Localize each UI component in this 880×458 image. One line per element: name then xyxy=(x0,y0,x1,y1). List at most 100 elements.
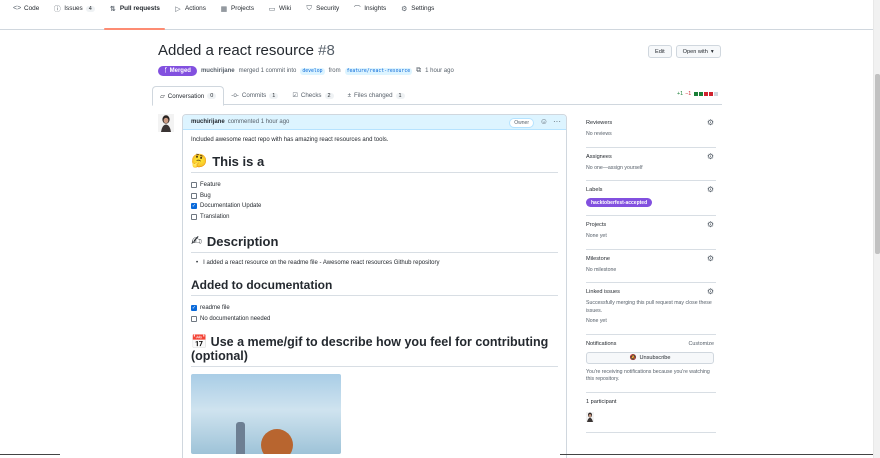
title-actions: Edit Open with ▾ xyxy=(648,45,721,58)
merge-time: 1 hour ago xyxy=(425,68,454,74)
smiley-icon[interactable]: ☺ xyxy=(540,117,548,126)
checks-icon: ☑ xyxy=(292,92,298,99)
comment-author[interactable]: muchirijane xyxy=(191,119,225,125)
projects-title[interactable]: Projects xyxy=(586,222,716,228)
nav-insights[interactable]: ⌒ Insights xyxy=(346,0,393,29)
nav-security-label: Security xyxy=(316,5,340,12)
edit-button-label: Edit xyxy=(655,48,665,55)
unsubscribe-button[interactable]: 🔕 Unsubscribe xyxy=(586,351,714,364)
writing-hand-icon: ✍ xyxy=(191,233,202,248)
gear-icon[interactable]: ⚙ xyxy=(707,287,714,296)
tab-commits[interactable]: -o- Commits 1 xyxy=(224,86,285,105)
nav-settings-label: Settings xyxy=(411,5,435,12)
kebab-horizontal-icon[interactable]: ··· xyxy=(553,117,561,126)
nav-projects[interactable]: ▦ Projects xyxy=(213,0,261,29)
pr-title-text: Added a react resource xyxy=(158,42,314,59)
gear-icon[interactable]: ⚙ xyxy=(707,254,714,263)
task-item: ✓ Documentation Update xyxy=(191,201,558,212)
repo-nav: <> Code ⓘ Issues 4 ⇅ Pull requests ▷ Act… xyxy=(0,0,873,30)
task-label: Documentation Update xyxy=(200,203,262,210)
nav-insights-label: Insights xyxy=(364,5,387,12)
nav-code[interactable]: <> Code xyxy=(6,0,46,29)
owner-badge: Owner xyxy=(509,118,534,128)
nav-settings[interactable]: ⚙ Settings xyxy=(393,0,441,29)
conversation-icon: ▱ xyxy=(160,92,165,100)
projects-icon: ▦ xyxy=(220,5,228,13)
checkbox-checked[interactable]: ✓ xyxy=(191,305,197,312)
head-branch[interactable]: feature/react-resource xyxy=(344,67,413,75)
gear-icon[interactable]: ⚙ xyxy=(707,220,714,229)
doc-task-list: ✓ readme file No documentation needed xyxy=(191,303,558,324)
status-label: Merged xyxy=(169,68,191,74)
comment-meta[interactable]: commented 1 hour ago xyxy=(228,119,290,125)
heading-meme-text: Use a meme/gif to describe how you feel … xyxy=(191,335,549,363)
sidebar-reviewers: Reviewers No reviews ⚙ xyxy=(586,114,716,148)
participant-avatar[interactable] xyxy=(586,411,594,422)
comment-header: muchirijane commented 1 hour ago Owner ☺… xyxy=(183,115,566,130)
checkbox[interactable] xyxy=(191,213,197,220)
linked-issues-title[interactable]: Linked issues xyxy=(586,289,716,295)
page-scrollbar[interactable] xyxy=(873,0,880,458)
customize-link[interactable]: Customize xyxy=(689,341,714,347)
sidebar-labels: Labels hacktoberfest-accepted ⚙ xyxy=(586,181,716,216)
diff-block xyxy=(714,92,719,96)
nav-actions[interactable]: ▷ Actions xyxy=(167,0,213,29)
pr-meta: ᚴ Merged muchirijane merged 1 commit int… xyxy=(158,66,454,76)
tab-conversation-label: Conversation xyxy=(167,92,205,100)
heading-description: ✍ Description xyxy=(191,233,558,253)
checkbox-checked[interactable]: ✓ xyxy=(191,203,197,210)
heading-added-to-documentation: Added to documentation xyxy=(191,278,558,296)
nav-wiki[interactable]: ▭ Wiki xyxy=(261,0,298,29)
task-label: readme file xyxy=(200,305,230,312)
meme-gif-image[interactable] xyxy=(191,374,341,454)
task-item: ✓ readme file xyxy=(191,303,558,314)
bottom-divider-right xyxy=(560,454,873,455)
task-label: Translation xyxy=(200,213,230,220)
nav-security[interactable]: ⛉ Security xyxy=(298,0,346,29)
gear-icon[interactable]: ⚙ xyxy=(707,152,714,161)
nav-actions-label: Actions xyxy=(184,5,206,12)
nav-issues-label: Issues xyxy=(64,5,83,12)
gif-tower-shape xyxy=(236,422,245,454)
base-branch[interactable]: develop xyxy=(300,67,325,75)
edit-button[interactable]: Edit xyxy=(648,45,672,58)
diff-block xyxy=(699,92,704,96)
checkbox[interactable] xyxy=(191,182,197,189)
nav-wiki-label: Wiki xyxy=(279,5,292,12)
type-task-list: Feature Bug ✓ Documentation Update Trans… xyxy=(191,180,558,222)
tab-conversation-count: 0 xyxy=(207,93,217,99)
assignees-value[interactable]: No one—assign yourself xyxy=(586,165,716,173)
sidebar-linked-issues: Linked issues Successfully merging this … xyxy=(586,283,716,335)
open-with-button[interactable]: Open with ▾ xyxy=(675,45,721,58)
task-label: Feature xyxy=(200,182,221,189)
comment-intro: Included awesome react repo with has ama… xyxy=(191,137,389,143)
tab-checks-count: 2 xyxy=(324,92,334,99)
open-with-label: Open with xyxy=(682,48,708,55)
scrollbar-thumb[interactable] xyxy=(875,74,880,254)
milestone-value: No milestone xyxy=(586,266,617,273)
label-chip[interactable]: hacktoberfest-accepted xyxy=(586,198,653,207)
tab-conversation[interactable]: ▱ Conversation 0 xyxy=(152,86,225,106)
settings-icon: ⚙ xyxy=(401,5,408,13)
nav-issues[interactable]: ⓘ Issues 4 xyxy=(46,0,102,29)
issues-counter: 4 xyxy=(85,5,95,12)
assignees-title[interactable]: Assignees xyxy=(586,154,716,160)
gear-icon[interactable]: ⚙ xyxy=(707,185,714,194)
nav-pull-requests[interactable]: ⇅ Pull requests xyxy=(102,0,167,30)
page-title: Added a react resource #8 xyxy=(158,42,335,59)
pr-author-link[interactable]: muchirijane xyxy=(201,68,235,74)
copy-icon[interactable]: ⧉ xyxy=(416,67,421,75)
chevron-down-icon: ▾ xyxy=(710,48,714,55)
gear-icon[interactable]: ⚙ xyxy=(707,118,714,127)
heading-this-is: 🤔 This is a xyxy=(191,153,558,173)
checkbox[interactable] xyxy=(191,192,197,199)
tab-files-changed[interactable]: ± Files changed 1 xyxy=(341,86,412,105)
tab-checks[interactable]: ☑ Checks 2 xyxy=(285,86,340,105)
checkbox[interactable] xyxy=(191,315,197,322)
diff-block xyxy=(704,92,709,96)
milestone-title[interactable]: Milestone xyxy=(586,256,716,262)
nav-pull-requests-label: Pull requests xyxy=(119,5,160,12)
labels-title[interactable]: Labels xyxy=(586,187,716,193)
reviewers-title[interactable]: Reviewers xyxy=(586,120,716,126)
avatar[interactable] xyxy=(158,114,174,132)
